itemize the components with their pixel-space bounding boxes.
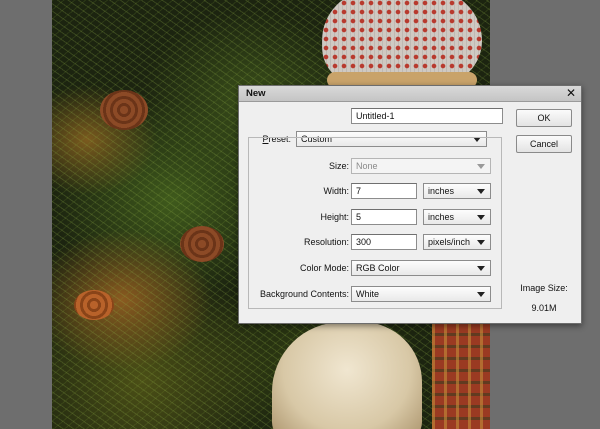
- height-unit-value: inches: [428, 212, 455, 222]
- chevron-down-icon: [477, 240, 485, 245]
- chevron-down-icon: [477, 189, 485, 194]
- size-select: None: [351, 158, 491, 174]
- cancel-button[interactable]: Cancel: [516, 135, 572, 153]
- width-unit-value: inches: [428, 186, 455, 196]
- color-mode-label: Color Mode:: [299, 263, 349, 273]
- canvas-pinecone: [100, 90, 148, 130]
- height-label: Height:: [320, 212, 349, 222]
- image-size-value: 9.01M: [531, 303, 557, 313]
- background-contents-label: Background Contents:: [259, 289, 349, 299]
- chevron-down-icon: [477, 266, 485, 271]
- width-input[interactable]: 7: [351, 183, 417, 199]
- height-unit-select[interactable]: inches: [423, 209, 491, 225]
- color-mode-select[interactable]: RGB Color: [351, 260, 491, 276]
- canvas-fur: [272, 322, 422, 429]
- chevron-down-icon: [477, 164, 485, 169]
- width-unit-select[interactable]: inches: [423, 183, 491, 199]
- resolution-label: Resolution:: [303, 237, 349, 247]
- image-size-label: Image Size:: [520, 283, 568, 293]
- background-contents-value: White: [356, 289, 380, 299]
- resolution-unit-select[interactable]: pixels/inch: [423, 234, 491, 250]
- dialog-titlebar[interactable]: New ✕: [239, 86, 581, 102]
- resolution-unit-value: pixels/inch: [428, 237, 471, 247]
- dialog-title: New: [246, 88, 266, 99]
- height-input[interactable]: 5: [351, 209, 417, 225]
- width-label: Width:: [323, 186, 349, 196]
- new-document-dialog: New ✕ Name: Untitled-1 Preset: Custom Si…: [238, 85, 582, 324]
- close-icon[interactable]: ✕: [566, 87, 576, 99]
- size-value: None: [356, 161, 378, 171]
- size-label: Size:: [328, 161, 349, 171]
- canvas-pinecone: [180, 226, 224, 262]
- chevron-down-icon: [477, 292, 485, 297]
- color-mode-value: RGB Color: [356, 263, 400, 273]
- canvas-pinecone: [74, 290, 114, 320]
- canvas-plaid-fabric: [432, 322, 490, 429]
- resolution-input[interactable]: 300: [351, 234, 417, 250]
- name-input[interactable]: Untitled-1: [351, 108, 503, 124]
- background-contents-select[interactable]: White: [351, 286, 491, 302]
- chevron-down-icon: [477, 215, 485, 220]
- ok-button[interactable]: OK: [516, 109, 572, 127]
